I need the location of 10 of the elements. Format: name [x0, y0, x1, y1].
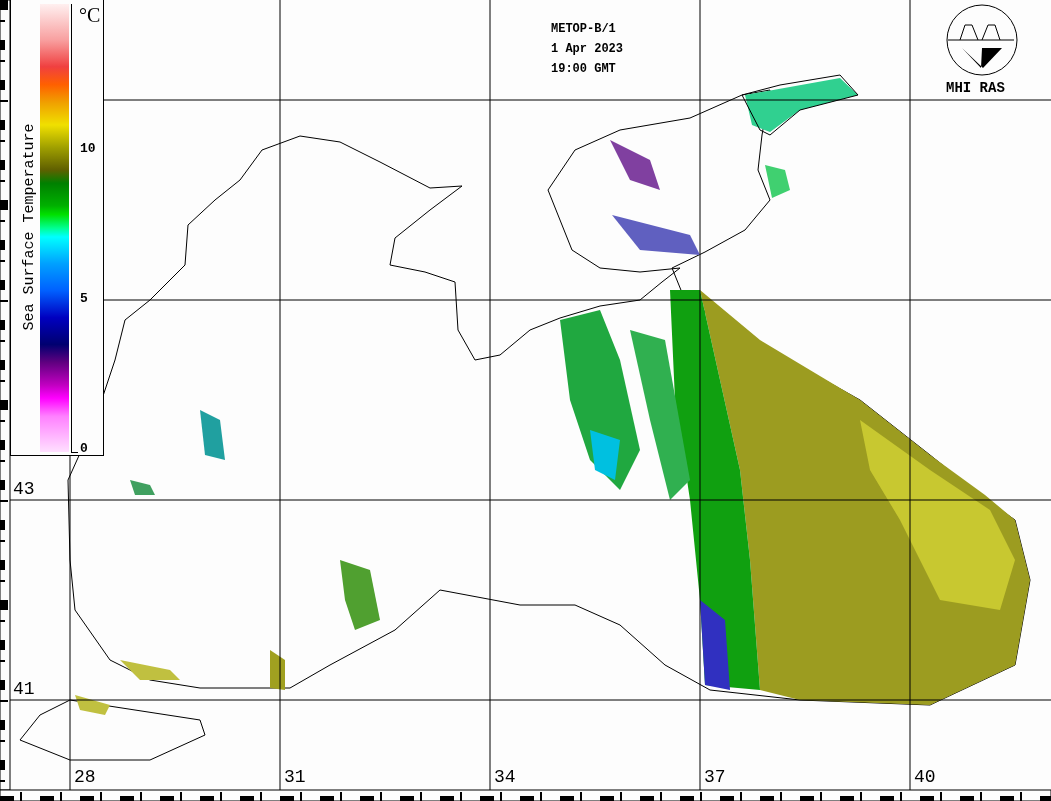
legend-title: Sea Surface Temperature: [21, 122, 39, 333]
satellite-caption-line: 1 Apr 2023: [551, 42, 623, 56]
scale-tick-label: 5: [80, 291, 88, 306]
scale-tick-label: 0: [80, 442, 88, 456]
satellite-caption-line: METOP-B/1: [551, 22, 617, 36]
satellite-caption-line: 19:00 GMT: [551, 62, 617, 76]
unit-label: °C: [79, 4, 101, 26]
logo-label: MHI RAS: [946, 80, 1005, 96]
scale-tick-label: 10: [80, 141, 96, 156]
mhi-logo-icon: [946, 4, 1018, 76]
